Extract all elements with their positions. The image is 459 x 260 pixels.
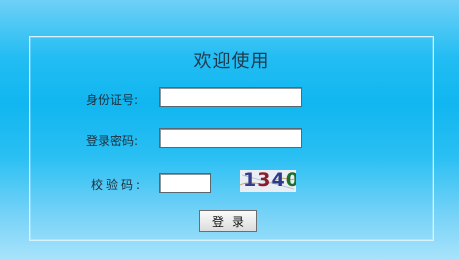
captcha-text: 1340 bbox=[243, 170, 296, 191]
login-button[interactable]: 登录 bbox=[199, 210, 257, 232]
login-panel: 欢迎使用 身份证号: 登录密码: 校验码: 1340 登录 bbox=[29, 36, 434, 241]
captcha-digit: 1 bbox=[243, 170, 258, 191]
captcha-digit: 4 bbox=[271, 170, 286, 191]
captcha-digit: 3 bbox=[257, 170, 272, 191]
id-number-label: 身份证号: bbox=[86, 93, 139, 107]
captcha-digit: 0 bbox=[285, 170, 296, 191]
captcha-image[interactable]: 1340 bbox=[240, 170, 296, 192]
verification-code-label: 校验码: bbox=[91, 178, 144, 192]
password-label: 登录密码: bbox=[86, 134, 139, 148]
password-input[interactable] bbox=[159, 128, 302, 148]
verification-code-input[interactable] bbox=[159, 173, 211, 193]
page-title: 欢迎使用 bbox=[193, 51, 270, 72]
id-number-input[interactable] bbox=[159, 87, 302, 107]
